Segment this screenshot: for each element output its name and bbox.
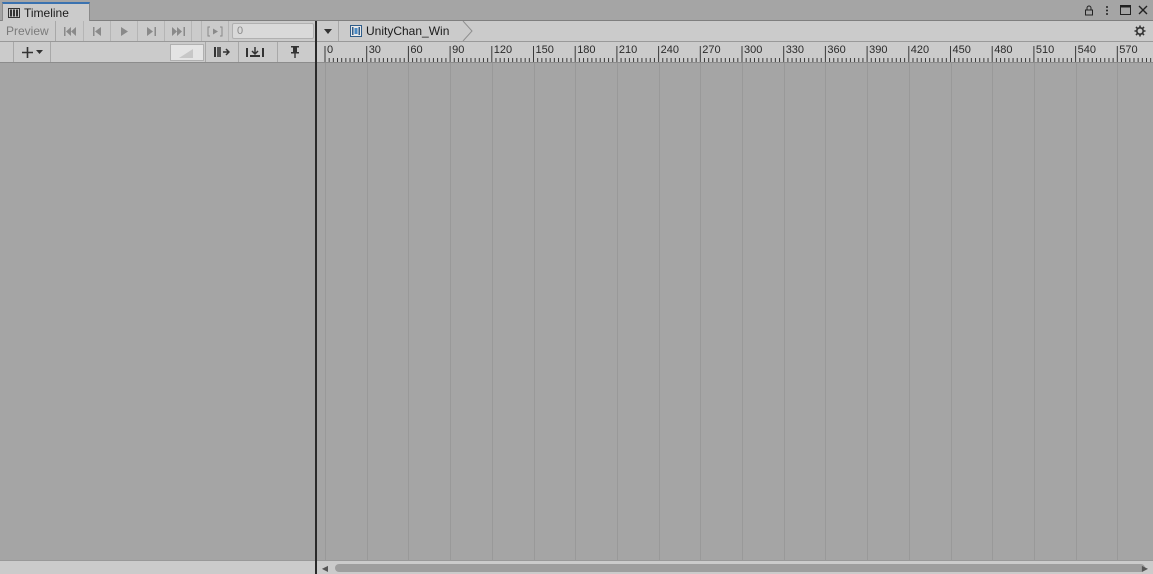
- ruler-label: 30: [368, 44, 381, 56]
- timeline-gridline: [658, 63, 660, 560]
- close-icon[interactable]: [1137, 3, 1149, 17]
- window-controls: [1083, 3, 1149, 17]
- ruler-label: 540: [1077, 44, 1096, 56]
- timeline-gridline: [1033, 63, 1035, 560]
- timeline-gridline: [742, 63, 743, 560]
- ripple-edit-button[interactable]: [205, 42, 237, 62]
- ruler-label: 240: [660, 44, 679, 56]
- next-frame-button[interactable]: [138, 21, 165, 41]
- ruler-label: 150: [535, 44, 554, 56]
- ruler-label: 0: [327, 44, 334, 56]
- timeline-gridline: [450, 63, 452, 560]
- time-ruler[interactable]: 0 30 60 90 120 150 180 210 240 270 300 330 360 390 420…: [317, 42, 1153, 63]
- resize-grip-icon: [179, 49, 193, 58]
- play-range-button[interactable]: [201, 21, 229, 41]
- track-toolbar: [0, 42, 315, 63]
- plus-icon: [21, 46, 33, 58]
- playback-toolbar: Preview 0 UnityChan_Win: [0, 21, 1153, 42]
- kebab-menu-icon[interactable]: [1101, 3, 1113, 17]
- ruler-label: 510: [1035, 44, 1055, 56]
- timeline-gridline: [825, 63, 827, 560]
- ripple-icon: [213, 47, 230, 57]
- previous-frame-button[interactable]: [84, 21, 111, 41]
- timeline-gridline: [867, 63, 869, 560]
- skip-to-start-icon: [63, 26, 76, 36]
- go-to-start-button[interactable]: [57, 21, 84, 41]
- timeline-gridline: [575, 63, 577, 560]
- breadcrumb[interactable]: UnityChan_Win: [340, 21, 473, 41]
- timeline-gridline: [491, 63, 493, 560]
- scroll-thumb[interactable]: [335, 564, 1145, 572]
- step-forward-icon: [146, 26, 156, 36]
- timeline-gridline: [533, 63, 535, 560]
- track-list-panel[interactable]: [0, 63, 315, 560]
- timeline-gridline: [1075, 63, 1077, 560]
- timeline-gridline: [992, 63, 994, 560]
- ruler-label: 360: [827, 44, 846, 56]
- timeline-gridline: [408, 63, 410, 560]
- ruler-label: 60: [410, 44, 423, 56]
- pin-button[interactable]: [277, 42, 311, 62]
- timeline-gridline: [325, 63, 326, 560]
- ruler-label: 330: [785, 44, 805, 56]
- ruler-label: 210: [618, 44, 638, 56]
- timeline-asset-dropdown[interactable]: [318, 21, 339, 41]
- timeline-gridline: [1117, 63, 1119, 560]
- tab-title: Timeline: [24, 6, 69, 20]
- timeline-gridline: [783, 63, 785, 560]
- breadcrumb-label[interactable]: UnityChan_Win: [366, 24, 449, 38]
- chevron-down-icon: [324, 28, 332, 34]
- ruler-label: 390: [869, 44, 888, 56]
- ruler-label: 570: [1119, 44, 1138, 56]
- timeline-tab[interactable]: Timeline: [2, 2, 90, 22]
- scroll-right-icon[interactable]: ▶: [1140, 563, 1150, 573]
- ruler-label: 120: [493, 44, 513, 56]
- track-list-footer: [0, 560, 315, 574]
- breadcrumb-separator-icon: [462, 21, 473, 41]
- ruler-label: 420: [910, 44, 930, 56]
- window-tab-bar: Timeline: [0, 0, 1153, 22]
- snap-button[interactable]: [238, 42, 270, 62]
- chevron-down-icon: [35, 50, 43, 54]
- preview-button[interactable]: Preview: [0, 21, 56, 41]
- timeline-asset-icon: [350, 25, 362, 37]
- ruler-label: 480: [994, 44, 1013, 56]
- gear-icon: [1134, 25, 1146, 37]
- timeline-track-area[interactable]: [317, 63, 1153, 560]
- horizontal-scrollbar[interactable]: ◀ ▶: [317, 560, 1153, 574]
- ruler-label: 90: [452, 44, 465, 56]
- pin-icon: [290, 46, 299, 58]
- skip-to-end-icon: [171, 26, 185, 36]
- lock-icon[interactable]: [1083, 3, 1095, 17]
- ruler-label: 300: [744, 44, 763, 56]
- maximize-icon[interactable]: [1119, 3, 1131, 17]
- snap-icon: [245, 46, 264, 57]
- play-button[interactable]: [111, 21, 138, 41]
- ruler-ticks: [324, 46, 1152, 62]
- ruler-label: 180: [577, 44, 596, 56]
- add-track-button[interactable]: [13, 42, 51, 62]
- timeline-gridline: [616, 63, 618, 560]
- ruler-label: 450: [952, 44, 971, 56]
- timeline-gridline: [700, 63, 702, 560]
- play-range-icon: [207, 26, 223, 36]
- timeline-gridline: [950, 63, 952, 560]
- ruler-label: 270: [702, 44, 721, 56]
- current-frame-field[interactable]: 0: [232, 23, 314, 39]
- scroll-left-icon[interactable]: ◀: [320, 563, 330, 573]
- settings-button[interactable]: [1131, 23, 1149, 39]
- timeline-gridline: [908, 63, 910, 560]
- timeline-gridline: [366, 63, 368, 560]
- go-to-end-button[interactable]: [165, 21, 192, 41]
- play-icon: [120, 26, 128, 36]
- film-strip-icon: [8, 8, 20, 18]
- track-filter-field[interactable]: [170, 44, 204, 61]
- step-back-icon: [92, 26, 101, 36]
